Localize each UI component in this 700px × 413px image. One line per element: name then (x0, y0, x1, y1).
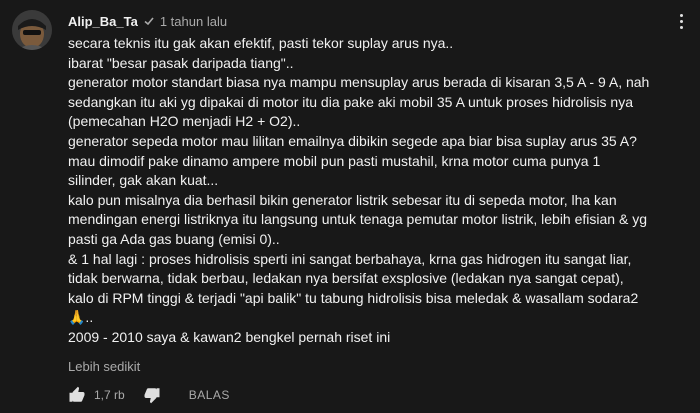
comment-actions: 1,7 rb BALAS (68, 385, 230, 405)
comment-line: kalo pun misalnya dia berhasil bikin gen… (68, 191, 617, 208)
comment-line: tidak berwarna, tidak berbau, ledakan ny… (68, 270, 624, 287)
comment-line: generator motor standart biasa nya mampu… (68, 74, 650, 91)
timestamp[interactable]: 1 tahun lalu (160, 14, 227, 29)
comment-line: ibarat "besar pasak daripada tiang".. (68, 54, 294, 71)
comment-line: silinder, gak akan kuat... (68, 172, 219, 189)
comment-line: sedangkan itu aki yg dipakai di motor it… (68, 93, 633, 110)
comment-line: generator sepeda motor mau lilitan email… (68, 132, 637, 149)
comment-line: kalo di RPM tinggi & terjadi "api balik"… (68, 289, 639, 306)
comment-header: Alip_Ba_Ta 1 tahun lalu (68, 12, 227, 30)
author-name[interactable]: Alip_Ba_Ta (68, 14, 138, 29)
check-icon (144, 17, 154, 26)
comment-text: secara teknis itu gak akan efektif, past… (68, 34, 688, 348)
comment-line: mendingan energi listriknya itu langsung… (68, 211, 647, 228)
show-less-button[interactable]: Lebih sedikit (68, 359, 140, 374)
comment-line: & 1 hal lagi : proses hidrolisis sperti … (68, 250, 632, 267)
reply-button[interactable]: BALAS (189, 388, 230, 402)
like-count: 1,7 rb (94, 388, 125, 402)
more-vertical-icon[interactable] (672, 10, 690, 32)
thumbs-down-icon[interactable] (143, 386, 161, 404)
comment-line: pasti ga Ada gas buang (emisi 0).. (68, 230, 280, 247)
avatar-image (12, 10, 52, 50)
thumbs-up-icon[interactable] (68, 386, 86, 404)
comment-line: 2009 - 2010 saya & kawan2 bengkel pernah… (68, 328, 391, 345)
comment-line: 🙏.. (68, 309, 94, 326)
comment-line: secara teknis itu gak akan efektif, past… (68, 35, 454, 51)
comment-line: (pemecahan H2O menjadi H2 + O2).. (68, 113, 301, 130)
avatar[interactable] (12, 10, 52, 50)
comment-line: mau dimodif pake dinamo ampere mobil pun… (68, 152, 601, 169)
